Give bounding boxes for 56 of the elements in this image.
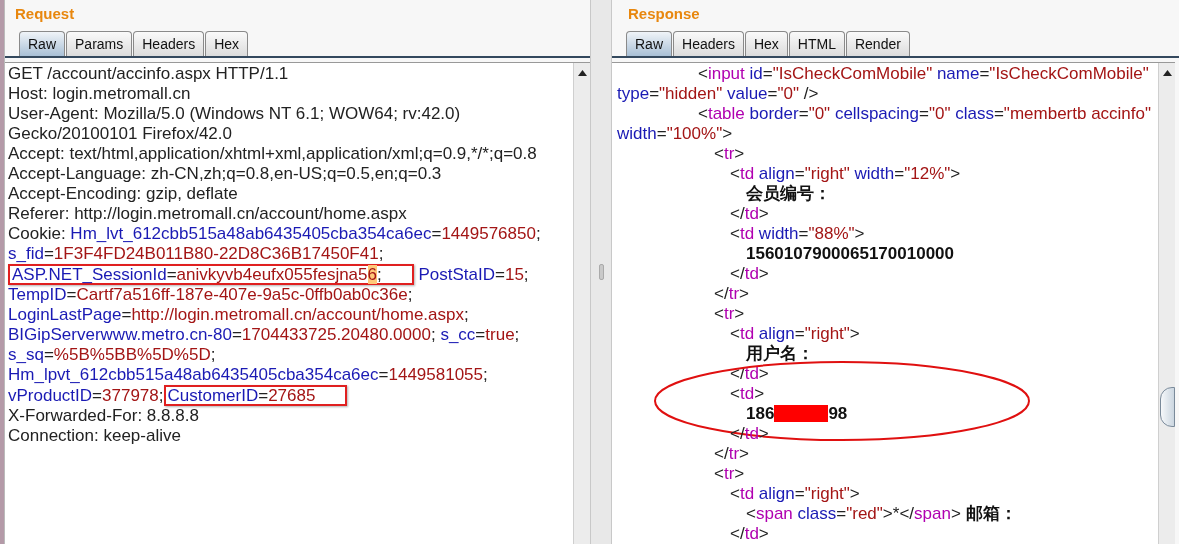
- tab[interactable]: Headers: [673, 31, 744, 56]
- tab[interactable]: Raw: [19, 31, 65, 56]
- code-line: 会员编号：: [745, 184, 832, 204]
- request-line: Hm_lpvt_612cbb515a48ab6435405cba354ca6ec=1449581055;: [8, 365, 488, 385]
- request-line: GET /account/accinfo.aspx HTTP/1.1: [8, 64, 289, 84]
- code-line: 186 98: [745, 404, 849, 424]
- code-line: <tr>: [713, 144, 746, 164]
- tab[interactable]: Headers: [133, 31, 205, 56]
- code-line: <span class="red">*</span> 邮箱：: [745, 504, 1018, 524]
- scrollbar[interactable]: [1158, 63, 1175, 544]
- panel-title: Response: [627, 4, 701, 24]
- request-line: Accept-Encoding: gzip, deflate: [8, 184, 238, 204]
- code-line: </td>: [729, 204, 770, 224]
- code-line: </tr>: [713, 444, 750, 464]
- request-line: Connection: keep-alive: [8, 426, 181, 446]
- tab[interactable]: HTML: [788, 31, 845, 56]
- code-line: <td width="88%">: [729, 224, 866, 244]
- request-line: Gecko/20100101 Firefox/42.0: [8, 124, 232, 144]
- code-line: <td>: [729, 384, 766, 404]
- request-line: TempID=Cartf7a516ff-187e-407e-9a5c-0ffb0ab0c36e;: [8, 285, 413, 305]
- tab[interactable]: Hex: [744, 31, 788, 56]
- request-line: User-Agent: Mozilla/5.0 (Windows NT 6.1; WOW64; rv:42.0): [8, 104, 461, 124]
- tab[interactable]: Params: [66, 31, 133, 56]
- code-line: <tr>: [713, 304, 746, 324]
- request-line: ASP.NET_SessionId=anivkyvb4eufx055fesjna56; PostStaID=15;: [8, 264, 529, 285]
- scroll-up-icon[interactable]: [1162, 70, 1172, 76]
- code-line: 1560107900065170010000: [745, 244, 955, 264]
- scrollbar-thumb[interactable]: [1160, 387, 1175, 427]
- code-line: <td align="right">: [729, 324, 861, 344]
- request-line: s_fid=1F3F4FD24B011B80-22D8C36B17450F41;: [8, 244, 384, 264]
- code-line: </td>: [729, 264, 770, 284]
- panel-title: Request: [14, 4, 76, 24]
- request-line: Referer: http://login.metromall.cn/account/home.aspx: [8, 204, 407, 224]
- request-line: Cookie: Hm_lvt_612cbb515a48ab6435405cba354ca6ec=1449576850;: [8, 224, 541, 244]
- code-line: <input id="IsCheckComMobile" name="IsCheckComMobile" type="hidden" value="0" />: [617, 64, 1150, 104]
- tab[interactable]: Hex: [205, 31, 249, 56]
- request-line: Accept-Language: zh-CN,zh;q=0.8,en-US;q=0.5,en;q=0.3: [8, 164, 442, 184]
- code-line: <td align="right" width="12%">: [729, 164, 962, 184]
- request-line: BIGipServerwww.metro.cn-80=1704433725.20480.0000; s_cc=true;: [8, 325, 520, 345]
- request-line: X-Forwarded-For: 8.8.8.8: [8, 406, 199, 426]
- code-line: </td>: [729, 524, 770, 544]
- code-line: <tr>: [713, 464, 746, 484]
- code-line: <td align="right">: [729, 484, 861, 504]
- request-line: Host: login.metromall.cn: [8, 84, 191, 104]
- tab[interactable]: Raw: [626, 31, 672, 56]
- scrollbar[interactable]: [573, 63, 590, 544]
- code-line: </tr>: [713, 284, 750, 304]
- request-line: LoginLastPage=http://login.metromall.cn/account/home.aspx;: [8, 305, 469, 325]
- splitter-handle[interactable]: [598, 264, 604, 280]
- request-line: vProductID=377978; CustomerID=27685: [8, 385, 348, 406]
- code-line: <table border="0" cellspacing="0" class="membertb accinfo" width="100%">: [617, 104, 1153, 144]
- code-line: 用户名：: [745, 344, 815, 364]
- request-line: Accept: text/html,application/xhtml+xml,application/xml;q=0.9,*/*;q=0.8: [8, 144, 537, 164]
- scroll-up-icon[interactable]: [577, 70, 587, 76]
- request-line: s_sq=%5B%5BB%5D%5D;: [8, 345, 216, 365]
- tab[interactable]: Render: [845, 31, 910, 56]
